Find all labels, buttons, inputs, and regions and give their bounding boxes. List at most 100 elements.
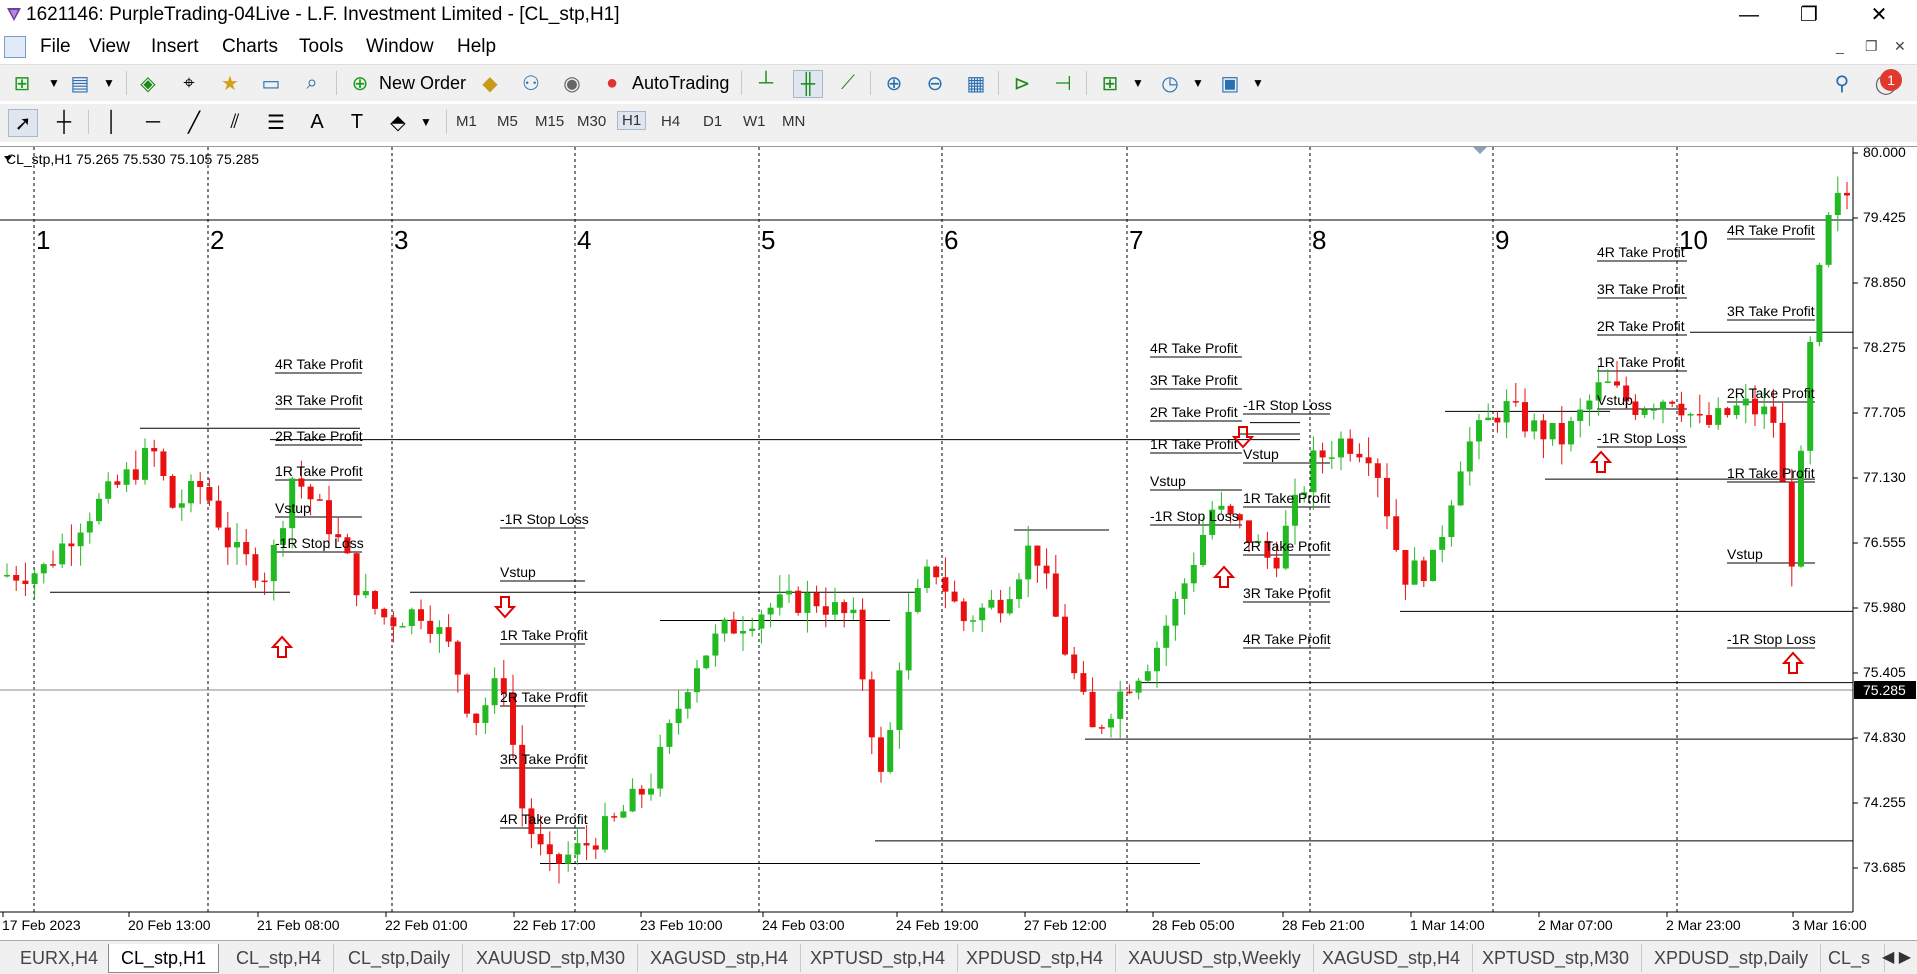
bear-candle: [730, 619, 737, 634]
bull-candle: [77, 532, 84, 547]
candlestick-chart-icon[interactable]: ╫: [793, 70, 823, 98]
chart-shift-icon[interactable]: ⊳: [1008, 70, 1036, 96]
timeframe-w1[interactable]: W1: [743, 113, 766, 130]
dropdown-arrow-icon[interactable]: ▼: [95, 70, 123, 96]
new-chart-icon[interactable]: ⊞: [8, 70, 36, 96]
bull-candle: [648, 788, 654, 795]
tab-cl-stp-h4[interactable]: CL_stp,H4: [224, 944, 335, 972]
data-window-icon[interactable]: ⌖: [175, 70, 203, 96]
auto-scroll-icon[interactable]: ⊣: [1049, 70, 1077, 96]
trade-label: -1R Stop Loss: [275, 535, 364, 551]
price-chart[interactable]: 1 2 3 4 5 6 7 8 9 10 4R Take Profit 3R Take Profit 2…: [0, 146, 1917, 934]
line-chart-icon[interactable]: ⟋: [834, 70, 862, 96]
tile-windows-icon[interactable]: ▦: [962, 70, 990, 96]
bull-candle: [1144, 671, 1151, 681]
tab-xpdusd-stp-daily[interactable]: XPDUSD_stp,Daily: [1642, 944, 1822, 972]
dropdown-arrow-icon[interactable]: ▼: [412, 109, 440, 135]
tab-scroll-arrows[interactable]: ◀ ▶: [1882, 947, 1911, 967]
strategy-tester-icon[interactable]: ⌕: [298, 70, 326, 96]
text-icon[interactable]: A: [303, 109, 331, 135]
timeframe-m15[interactable]: M15: [535, 113, 564, 130]
bull-candle: [1430, 549, 1436, 582]
chart-window-icon[interactable]: [4, 36, 26, 58]
mdi-restore-button[interactable]: ❐: [1865, 38, 1878, 55]
metaeditor-icon[interactable]: ◆: [476, 70, 504, 96]
mdi-minimize-button[interactable]: _: [1836, 38, 1844, 54]
tab-xptusd-stp-h4[interactable]: XPTUSD_stp,H4: [798, 944, 959, 972]
bear-candle: [1522, 402, 1528, 432]
autotrading-button[interactable]: AutoTrading: [632, 73, 729, 94]
trade-label: Vstup: [1727, 546, 1763, 562]
bull-candle: [629, 788, 636, 812]
text-label-icon[interactable]: T: [343, 109, 371, 135]
bull-candle: [602, 816, 608, 850]
bear-candle: [942, 577, 949, 592]
menu-file[interactable]: File: [40, 36, 71, 58]
horizontal-line-icon[interactable]: ─: [139, 109, 167, 135]
timeframe-m30[interactable]: M30: [577, 113, 606, 130]
fibonacci-icon[interactable]: ☰: [262, 109, 290, 135]
timeframe-mn[interactable]: MN: [782, 113, 805, 130]
menu-insert[interactable]: Insert: [151, 36, 199, 58]
vertical-line-icon[interactable]: │: [98, 109, 126, 135]
dropdown-arrow-icon[interactable]: ▼: [1124, 70, 1152, 96]
price-label: 78.850: [1863, 274, 1906, 290]
maximize-window-button[interactable]: ❐: [1786, 2, 1832, 28]
tab-xauusd-stp-weekly[interactable]: XAUUSD_stp,Weekly: [1116, 944, 1314, 972]
autotrading-icon[interactable]: ●: [598, 70, 626, 96]
close-window-button[interactable]: ✕: [1856, 2, 1902, 28]
timeframe-m5[interactable]: M5: [497, 113, 518, 130]
equidistant-channel-icon[interactable]: ⫽: [221, 109, 249, 135]
bull-candle: [4, 574, 10, 577]
crosshair-icon[interactable]: ┼: [50, 109, 78, 135]
zoom-out-icon[interactable]: ⊖: [921, 70, 949, 96]
bull-candle: [1154, 647, 1160, 672]
tab-cl-s[interactable]: CL_s: [1816, 944, 1885, 972]
signals-icon[interactable]: ⚇: [517, 70, 545, 96]
chart-canvas[interactable]: 1 2 3 4 5 6 7 8 9 104R Take Profit3R Take Profit2…: [0, 147, 1917, 934]
cursor-icon[interactable]: ➚: [8, 109, 38, 137]
menu-tools[interactable]: Tools: [299, 36, 343, 58]
trade-label: 2R Take Profit: [1150, 404, 1238, 420]
timeframe-m1[interactable]: M1: [456, 113, 477, 130]
profiles-icon[interactable]: ▤: [66, 70, 94, 96]
new-order-button[interactable]: New Order: [379, 73, 466, 94]
mdi-close-button[interactable]: ✕: [1894, 38, 1906, 55]
tab-cl-stp-h1[interactable]: CL_stp,H1: [108, 944, 220, 973]
search-icon[interactable]: ⚲: [1828, 70, 1856, 96]
menu-view[interactable]: View: [89, 36, 130, 58]
minimize-window-button[interactable]: —: [1726, 2, 1772, 28]
market-watch-icon[interactable]: ◈: [134, 70, 162, 96]
menu-charts[interactable]: Charts: [222, 36, 278, 58]
menu-help[interactable]: Help: [457, 36, 496, 58]
indicators-icon[interactable]: ⊞: [1096, 70, 1124, 96]
trendline-icon[interactable]: ╱: [180, 109, 208, 135]
dropdown-arrow-icon[interactable]: ▼: [1244, 70, 1272, 96]
new-order-icon[interactable]: ⊕: [346, 70, 374, 96]
tab-eurx-h4[interactable]: EURX,H4: [8, 944, 112, 972]
periods-icon[interactable]: ◷: [1156, 70, 1184, 96]
tab-xagusd-stp-h4-2[interactable]: XAGUSD_stp,H4: [1310, 944, 1474, 972]
bear-candle: [68, 543, 75, 547]
timeframe-d1[interactable]: D1: [703, 113, 722, 130]
tab-xagusd-stp-h4[interactable]: XAGUSD_stp,H4: [638, 944, 802, 972]
shapes-icon[interactable]: ⬘: [384, 109, 412, 135]
dropdown-arrow-icon[interactable]: ▼: [1184, 70, 1212, 96]
bull-candle: [1485, 417, 1492, 421]
tab-xptusd-stp-m30[interactable]: XPTUSD_stp,M30: [1470, 944, 1643, 972]
bar-chart-icon[interactable]: ┴: [752, 70, 780, 96]
bull-candle: [574, 843, 581, 855]
zoom-in-icon[interactable]: ⊕: [880, 70, 908, 96]
dropdown-arrow-icon[interactable]: ▼: [40, 70, 68, 96]
navigator-icon[interactable]: ★: [216, 70, 244, 96]
tab-cl-stp-daily[interactable]: CL_stp,Daily: [336, 944, 464, 972]
terminal-icon[interactable]: ▭: [257, 70, 285, 96]
tab-xpdusd-stp-h4[interactable]: XPDUSD_stp,H4: [954, 944, 1117, 972]
menu-window[interactable]: Window: [366, 36, 434, 58]
templates-icon[interactable]: ▣: [1216, 70, 1244, 96]
timeframe-h4[interactable]: H4: [661, 113, 680, 130]
timeframe-h1[interactable]: H1: [617, 111, 647, 130]
vps-icon[interactable]: ◉: [558, 70, 586, 96]
bear-candle: [1844, 192, 1850, 196]
tab-xauusd-stp-m30[interactable]: XAUUSD_stp,M30: [464, 944, 639, 972]
